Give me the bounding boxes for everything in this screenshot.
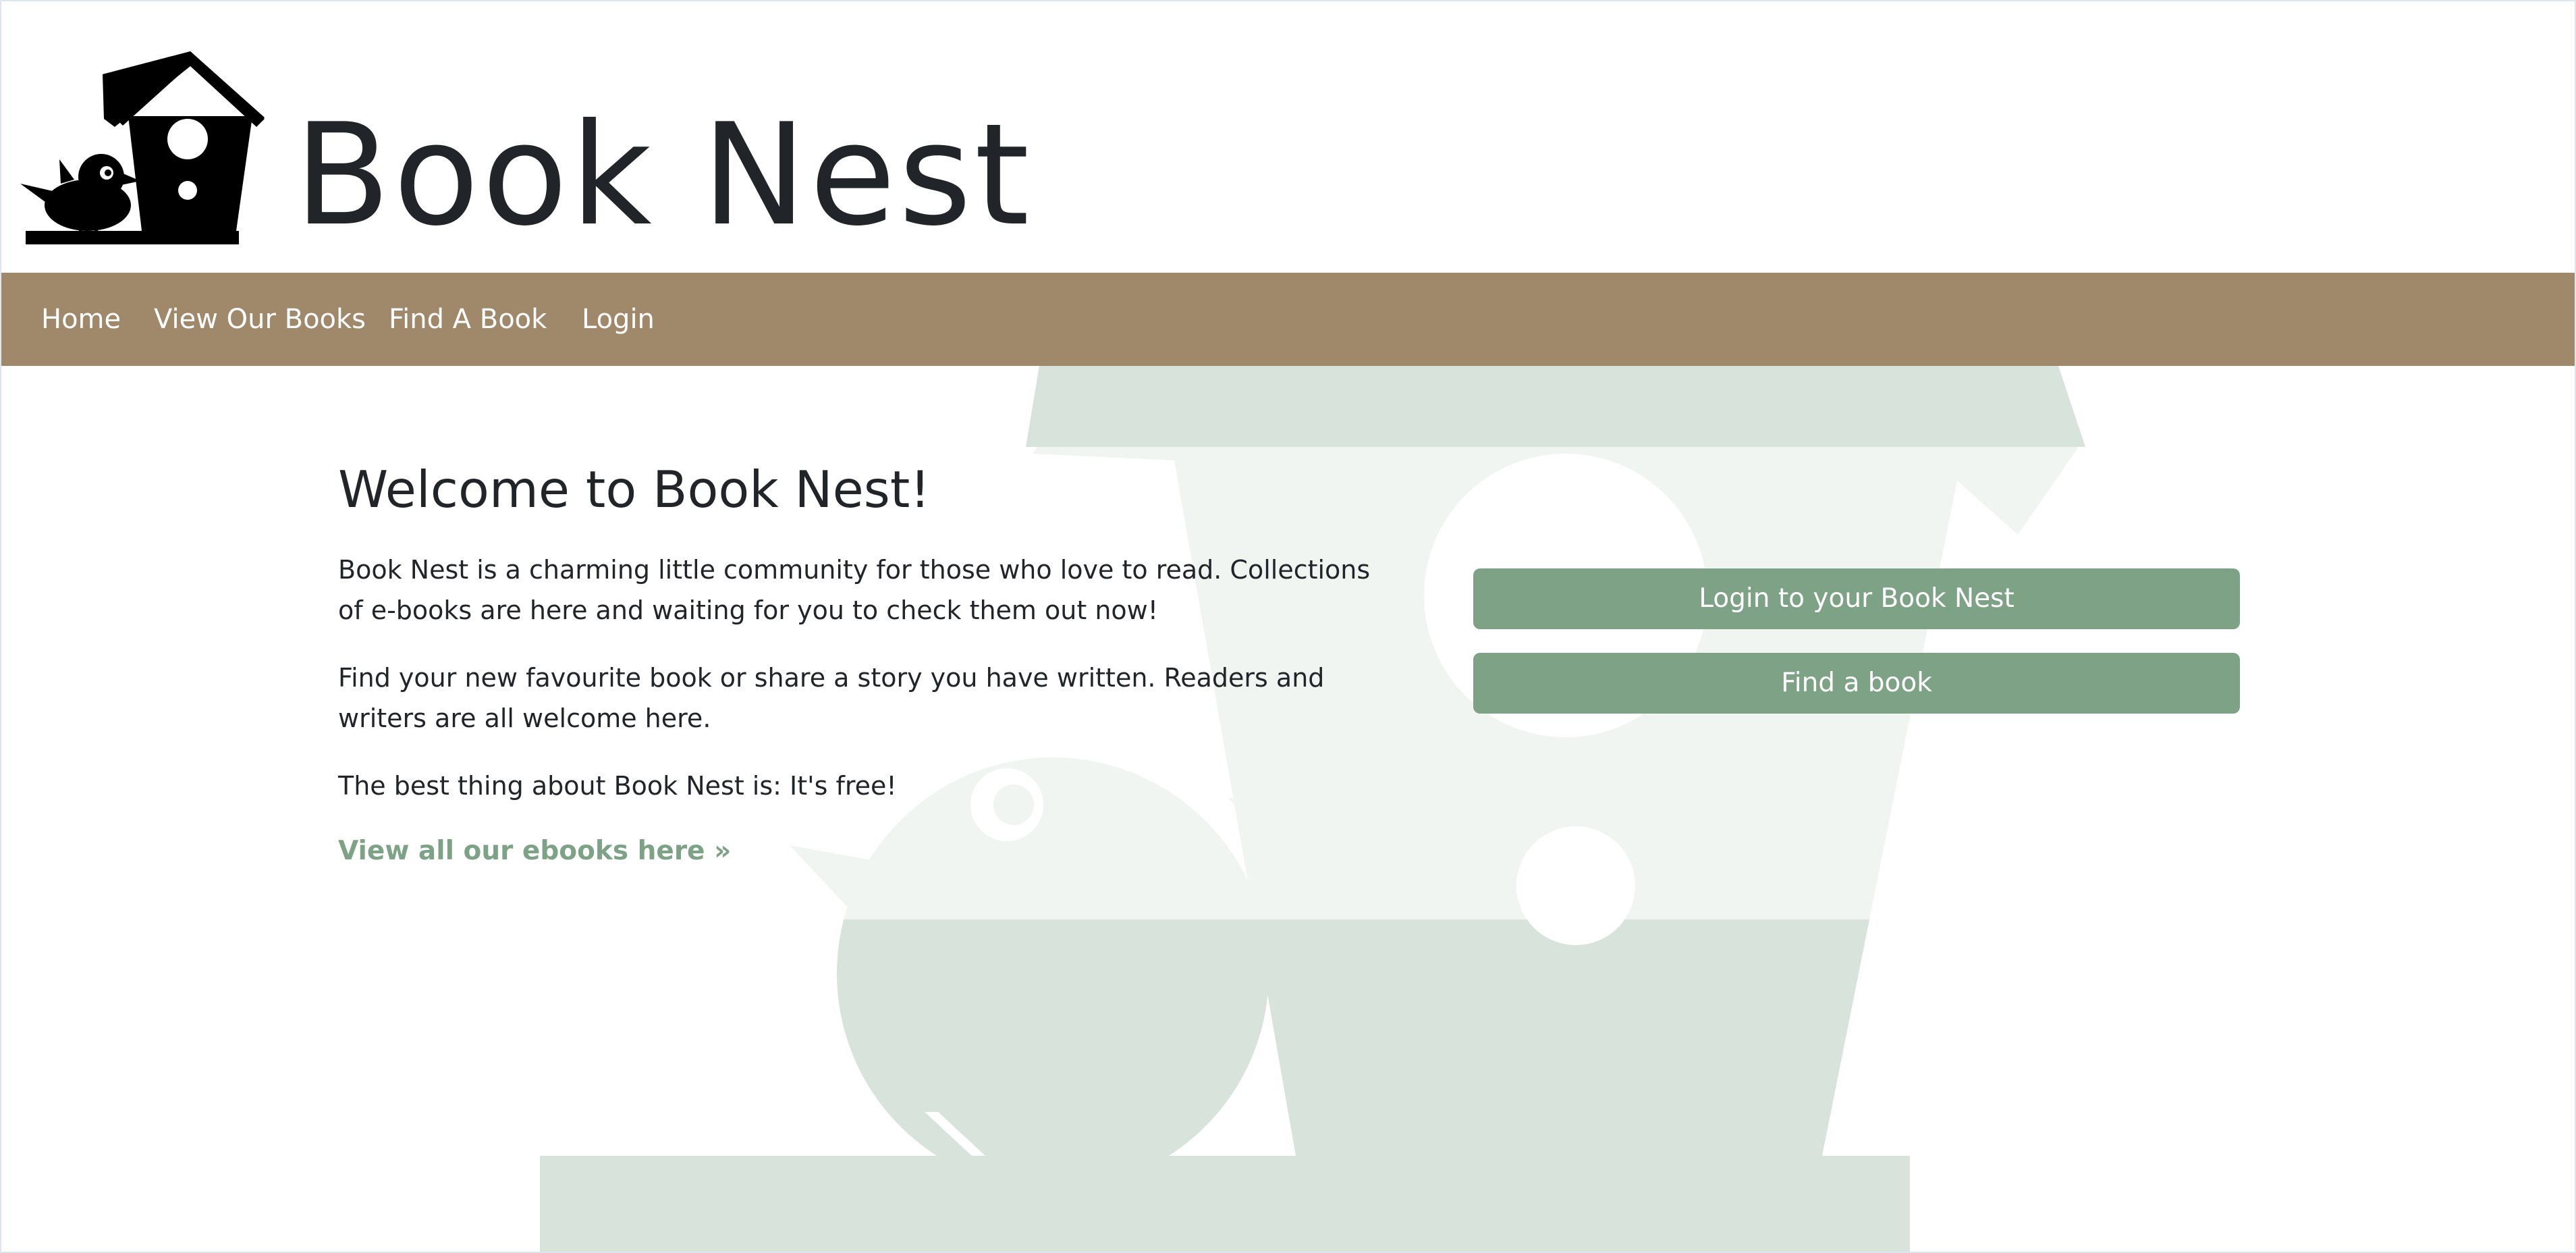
- welcome-section: Welcome to Book Nest! Book Nest is a cha…: [338, 459, 1377, 868]
- birdhouse-bird-icon[interactable]: [20, 51, 269, 248]
- main-navbar: Home View Our Books Find A Book Login: [0, 273, 2576, 366]
- nav-item-view-our-books[interactable]: View Our Books: [154, 304, 366, 335]
- view-all-ebooks-link[interactable]: View all our ebooks here »: [338, 834, 731, 868]
- free-paragraph: The best thing about Book Nest is: It's …: [338, 771, 897, 801]
- nav-item-login[interactable]: Login: [582, 304, 655, 335]
- site-header: Book Nest: [0, 0, 2576, 273]
- page-title: Welcome to Book Nest!: [338, 460, 931, 519]
- nav-item-home[interactable]: Home: [41, 304, 121, 335]
- nav-item-find-a-book[interactable]: Find A Book: [389, 304, 547, 335]
- find-book-button[interactable]: Find a book: [1473, 653, 2240, 714]
- intro-paragraph: Book Nest is a charming little community…: [338, 555, 1371, 625]
- site-title[interactable]: Book Nest: [294, 101, 1032, 250]
- login-button[interactable]: Login to your Book Nest: [1473, 568, 2240, 629]
- invite-paragraph: Find your new favourite book or share a …: [338, 663, 1325, 733]
